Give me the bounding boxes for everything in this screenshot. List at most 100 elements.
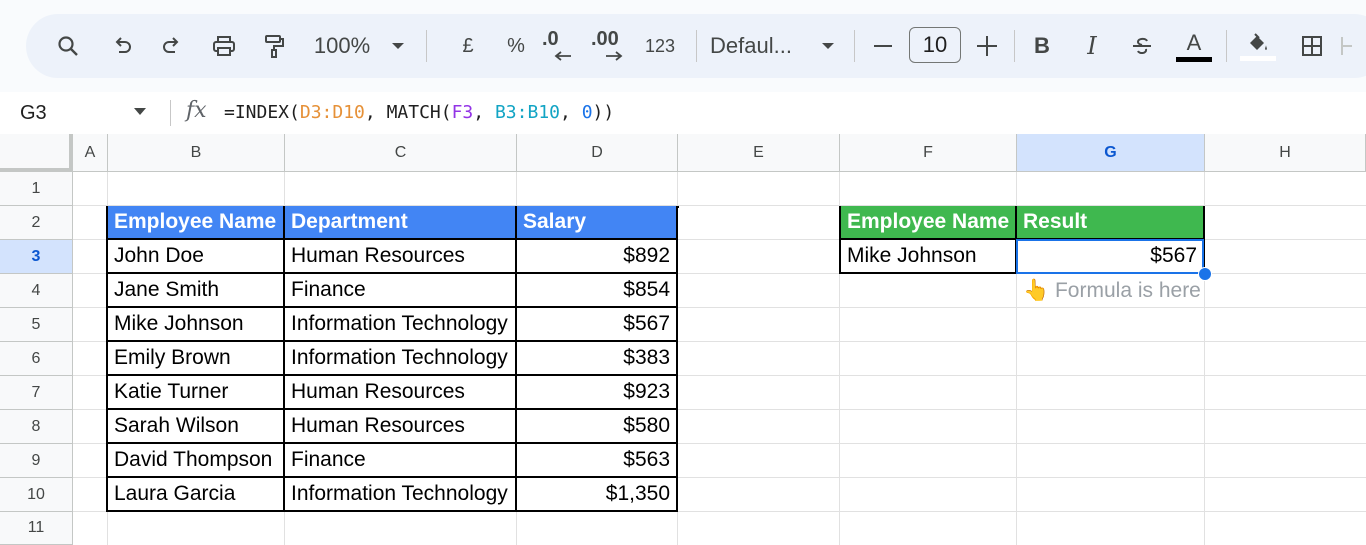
- increase-decimal-label: .00: [591, 28, 619, 50]
- formula-bar-divider: [170, 100, 171, 126]
- formula-bar: G3 fx =INDEX(D3:D10, MATCH(F3, B3:B10, 0…: [0, 92, 1366, 135]
- column-header-g[interactable]: G: [1017, 134, 1205, 172]
- lookup-header-result[interactable]: Result: [1017, 206, 1205, 240]
- font-family-select[interactable]: Defaul...: [710, 14, 810, 78]
- column-header-d[interactable]: D: [517, 134, 678, 172]
- row-header-8[interactable]: 8: [0, 410, 73, 444]
- text-color-swatch: [1176, 56, 1212, 62]
- table-cell[interactable]: Human Resources: [285, 376, 517, 410]
- table-cell[interactable]: $580: [517, 410, 678, 444]
- currency-label: £: [462, 34, 474, 57]
- table-header-cell[interactable]: Department: [285, 206, 517, 240]
- table-header-cell[interactable]: Salary: [517, 206, 678, 240]
- formula-part: ,: [473, 102, 495, 123]
- name-box[interactable]: G3: [20, 92, 47, 134]
- table-cell[interactable]: Human Resources: [285, 240, 517, 274]
- text-color-button[interactable]: A: [1174, 14, 1214, 78]
- table-cell[interactable]: John Doe: [108, 240, 285, 274]
- decrease-decimal-button[interactable]: .0: [534, 14, 578, 78]
- formula-input[interactable]: =INDEX(D3:D10, MATCH(F3, B3:B10, 0)): [224, 92, 614, 134]
- borders-icon[interactable]: [1290, 14, 1334, 78]
- more-formats-button[interactable]: 123: [638, 14, 682, 78]
- table-cell[interactable]: $923: [517, 376, 678, 410]
- table-cell[interactable]: Information Technology: [285, 478, 517, 512]
- row-header-1[interactable]: 1: [0, 172, 73, 206]
- font-family-value: Defaul...: [710, 33, 792, 58]
- decrease-decimal-label: .0: [542, 28, 559, 50]
- table-cell[interactable]: $892: [517, 240, 678, 274]
- table-cell[interactable]: $854: [517, 274, 678, 308]
- row-header-7[interactable]: 7: [0, 376, 73, 410]
- formula-note: 👆 Formula is here: [1023, 279, 1201, 302]
- table-cell[interactable]: Human Resources: [285, 410, 517, 444]
- row-header-9[interactable]: 9: [0, 444, 73, 478]
- table-header-cell[interactable]: Employee Name: [108, 206, 285, 240]
- active-cell-selection: [1016, 239, 1204, 274]
- select-all-corner[interactable]: [0, 134, 73, 172]
- zoom-select[interactable]: 100%: [308, 14, 376, 78]
- row-header-2[interactable]: 2: [0, 206, 73, 240]
- zoom-value: 100%: [313, 33, 371, 58]
- table-cell[interactable]: Mike Johnson: [108, 308, 285, 342]
- table-cell[interactable]: Finance: [285, 444, 517, 478]
- toolbar-area: 100% £ % .0 .00 123 Defaul... 10 B I A: [0, 0, 1366, 92]
- table-cell[interactable]: Katie Turner: [108, 376, 285, 410]
- table-cell[interactable]: $567: [517, 308, 678, 342]
- font-size-input[interactable]: 10: [909, 27, 961, 63]
- chevron-down-icon[interactable]: [386, 14, 410, 78]
- fill-color-icon[interactable]: [1236, 14, 1280, 78]
- toolbar: 100% £ % .0 .00 123 Defaul... 10 B I A: [26, 14, 1366, 78]
- table-cell[interactable]: Finance: [285, 274, 517, 308]
- table-cell[interactable]: Jane Smith: [108, 274, 285, 308]
- formula-part: =INDEX(: [224, 102, 300, 123]
- number-format-label: 123: [644, 35, 676, 56]
- column-header-f[interactable]: F: [840, 134, 1017, 172]
- column-header-a[interactable]: A: [73, 134, 108, 172]
- increase-decimal-button[interactable]: .00: [584, 14, 634, 78]
- table-cell[interactable]: David Thompson: [108, 444, 285, 478]
- undo-icon[interactable]: [100, 14, 144, 78]
- strikethrough-icon[interactable]: [1124, 14, 1160, 78]
- lookup-name-cell[interactable]: Mike Johnson: [841, 240, 1017, 274]
- table-cell[interactable]: Emily Brown: [108, 342, 285, 376]
- column-header-h[interactable]: H: [1205, 134, 1366, 172]
- column-header-c[interactable]: C: [285, 134, 517, 172]
- row-header-5[interactable]: 5: [0, 308, 73, 342]
- row-header-11[interactable]: 11: [0, 512, 73, 545]
- table-cell[interactable]: Laura Garcia: [108, 478, 285, 512]
- redo-icon[interactable]: [150, 14, 194, 78]
- decrease-font-size-icon[interactable]: [868, 14, 898, 78]
- formula-ref: F3: [451, 102, 474, 123]
- formula-number: 0: [581, 102, 593, 123]
- merge-cells-icon[interactable]: [1340, 14, 1364, 78]
- table-cell[interactable]: Information Technology: [285, 308, 517, 342]
- lookup-header-name[interactable]: Employee Name: [841, 206, 1017, 240]
- column-header-b[interactable]: B: [108, 134, 285, 172]
- italic-button[interactable]: I: [1074, 14, 1110, 78]
- column-header-e[interactable]: E: [678, 134, 840, 172]
- arrow-left-icon: [554, 51, 571, 61]
- increase-font-size-icon[interactable]: [972, 14, 1002, 78]
- formula-ref: B3:B10: [494, 102, 560, 123]
- table-cell[interactable]: Information Technology: [285, 342, 517, 376]
- bold-button[interactable]: B: [1024, 14, 1060, 78]
- table-cell[interactable]: Sarah Wilson: [108, 410, 285, 444]
- text-color-label: A: [1186, 29, 1202, 55]
- search-menus-icon[interactable]: [44, 14, 92, 78]
- paint-format-icon[interactable]: [252, 14, 296, 78]
- row-header-3[interactable]: 3: [0, 240, 73, 274]
- row-header-6[interactable]: 6: [0, 342, 73, 376]
- toolbar-divider: [854, 30, 855, 62]
- fill-color-swatch: [1240, 56, 1276, 61]
- print-icon[interactable]: [202, 14, 246, 78]
- table-cell[interactable]: $563: [517, 444, 678, 478]
- arrow-right-icon: [606, 51, 623, 61]
- chevron-down-icon[interactable]: [134, 108, 146, 115]
- table-cell[interactable]: $1,350: [517, 478, 678, 512]
- toolbar-divider: [1014, 30, 1015, 62]
- row-header-10[interactable]: 10: [0, 478, 73, 512]
- chevron-down-icon[interactable]: [816, 14, 840, 78]
- toolbar-divider: [426, 30, 427, 62]
- row-header-4[interactable]: 4: [0, 274, 73, 308]
- table-cell[interactable]: $383: [517, 342, 678, 376]
